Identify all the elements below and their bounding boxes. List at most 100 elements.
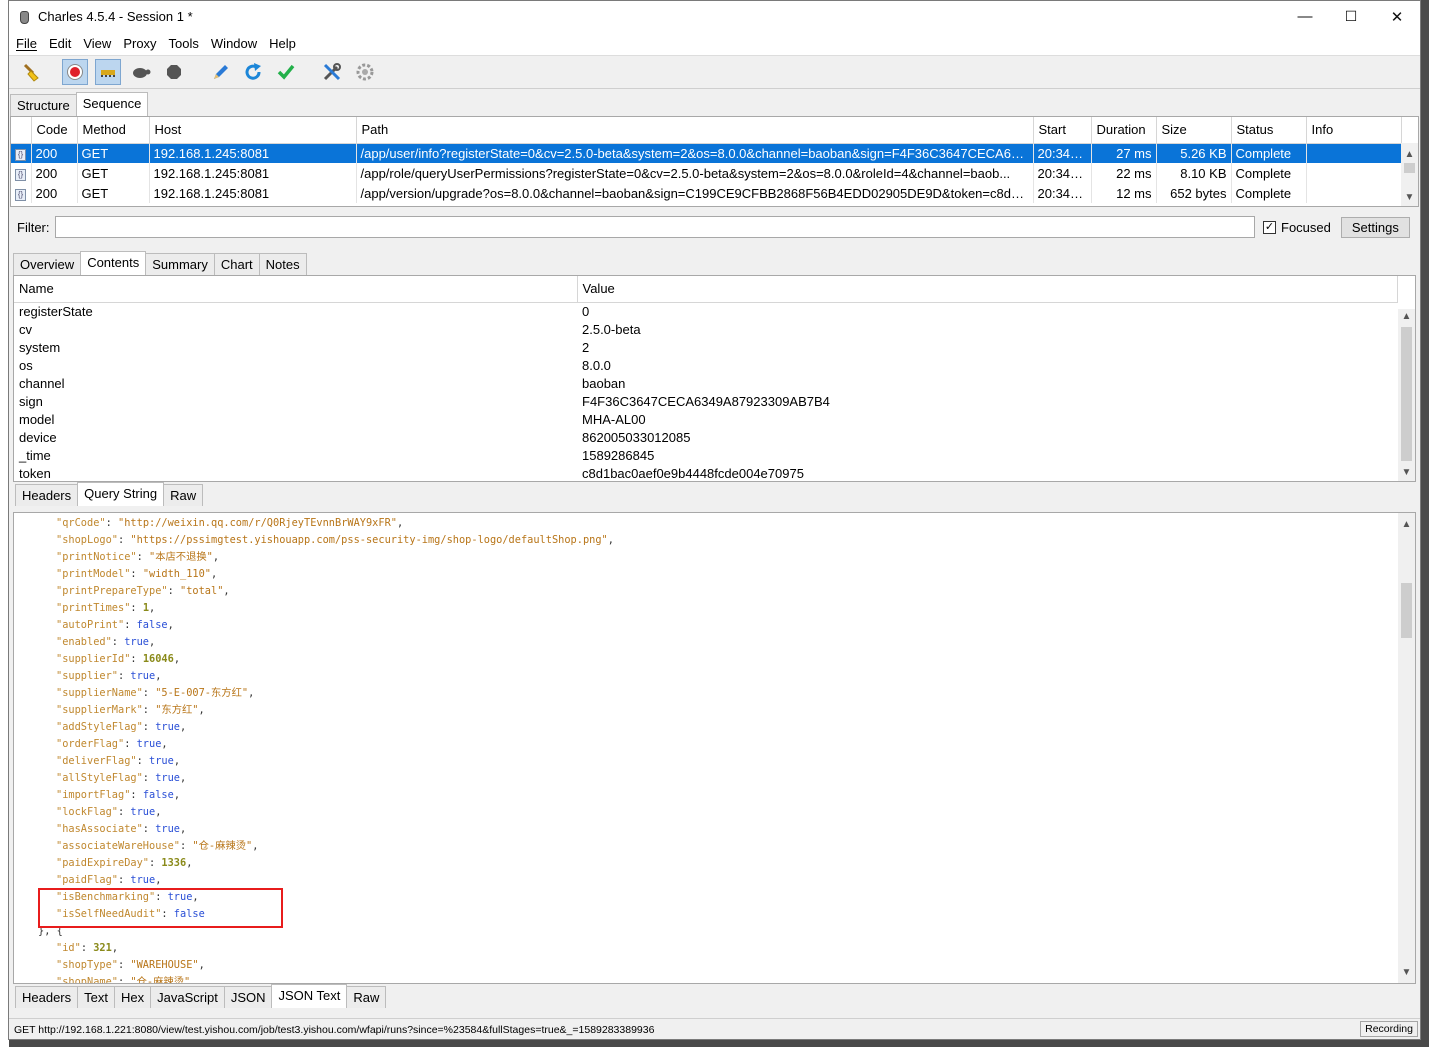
table-row[interactable]: {} 200 GET 192.168.1.245:8081 /app/role/…	[11, 163, 1402, 183]
scroll-thumb[interactable]	[1401, 327, 1412, 461]
table-row[interactable]: token c8d1bac0aef0e9b4448fcde004e70975	[14, 464, 1397, 481]
tab-contents[interactable]: Contents	[80, 251, 147, 275]
json-line: "supplierMark": "东方红",	[20, 702, 614, 719]
query-scrollbar[interactable]: ▲ ▼	[1398, 309, 1415, 481]
json-key: "allStyleFlag"	[56, 772, 143, 784]
request-tabs: Headers Query String Raw	[15, 482, 204, 506]
tab-overview[interactable]: Overview	[13, 253, 82, 275]
json-key: "shopType"	[56, 959, 118, 971]
menu-view[interactable]: View	[76, 36, 116, 51]
col-duration[interactable]: Duration	[1091, 117, 1157, 144]
col-host[interactable]: Host	[149, 117, 357, 144]
col-info[interactable]: Info	[1306, 117, 1402, 144]
tab-raw[interactable]: Raw	[346, 986, 387, 1008]
col-size[interactable]: Size	[1156, 117, 1232, 144]
filter-label: Filter:	[17, 219, 50, 235]
response-tabs: Headers Text Hex JavaScript JSON JSON Te…	[15, 984, 387, 1008]
menu-file[interactable]: File	[9, 36, 42, 51]
refresh-icon[interactable]	[240, 59, 266, 85]
settings-gear-icon[interactable]	[352, 59, 378, 85]
scroll-up-icon[interactable]: ▲	[1398, 517, 1415, 533]
tab-structure[interactable]: Structure	[10, 94, 77, 116]
cell-method: GET	[77, 183, 150, 203]
tab-headers[interactable]: Headers	[15, 986, 79, 1008]
tab-javascript[interactable]: JavaScript	[150, 986, 225, 1008]
tab-sequence[interactable]: Sequence	[75, 92, 149, 116]
json-value: true	[130, 670, 156, 682]
tab-json[interactable]: JSON	[223, 986, 273, 1008]
scroll-thumb[interactable]	[1401, 583, 1412, 638]
scroll-down-icon[interactable]: ▼	[1398, 965, 1415, 981]
col-value[interactable]: Value	[577, 276, 1398, 303]
col-code[interactable]: Code	[31, 117, 78, 144]
sequence-scrollbar[interactable]: ▲ ▼	[1401, 143, 1418, 206]
json-comma: ,	[173, 789, 181, 801]
pen-icon[interactable]	[207, 59, 233, 85]
close-button[interactable]: ✕	[1374, 1, 1420, 32]
col-name[interactable]: Name	[14, 276, 578, 303]
table-row[interactable]: sign F4F36C3647CECA6349A87923309AB7B4	[14, 392, 1397, 410]
query-table: Name Value registerState 0 cv 2.5.0-beta s…	[14, 276, 1398, 481]
tab-summary[interactable]: Summary	[145, 253, 215, 275]
recording-badge[interactable]: Recording	[1360, 1021, 1418, 1037]
table-row[interactable]: {} 200 GET 192.168.1.245:8081 /app/user/…	[11, 143, 1402, 163]
tab-query-string[interactable]: Query String	[77, 482, 165, 506]
detail-tabs: Overview Contents Summary Chart Notes	[13, 251, 307, 275]
turtle-icon[interactable]	[128, 59, 154, 85]
json-scrollbar[interactable]: ▲ ▼	[1398, 513, 1415, 983]
json-key: "lockFlag"	[56, 806, 118, 818]
menu-tools[interactable]: Tools	[162, 36, 204, 51]
settings-button[interactable]: Settings	[1340, 216, 1410, 238]
table-row[interactable]: device 862005033012085	[14, 428, 1397, 446]
table-row[interactable]: model MHA-AL00	[14, 410, 1397, 428]
json-line: "lockFlag": true,	[20, 804, 614, 821]
menu-proxy[interactable]: Proxy	[116, 36, 161, 51]
scroll-down-icon[interactable]: ▼	[1401, 190, 1418, 206]
json-comma: ,	[396, 517, 404, 529]
menu-window[interactable]: Window	[204, 36, 262, 51]
focused-checkbox[interactable]: ✓ Focused	[1263, 220, 1331, 235]
table-row[interactable]: system 2	[14, 338, 1397, 356]
json-line: "qrCode": "http://weixin.qq.com/r/Q0Rjey…	[20, 515, 614, 532]
table-row[interactable]: os 8.0.0	[14, 356, 1397, 374]
scroll-up-icon[interactable]: ▲	[1398, 309, 1415, 325]
scroll-down-icon[interactable]: ▼	[1398, 465, 1415, 481]
minimize-button[interactable]: —	[1282, 1, 1328, 32]
json-colon: :	[118, 806, 131, 818]
tab-chart[interactable]: Chart	[213, 253, 260, 275]
table-row[interactable]: channel baoban	[14, 374, 1397, 392]
table-row[interactable]: registerState 0	[14, 302, 1397, 320]
status-text: GET http://192.168.1.221:8080/view/test.…	[14, 1023, 655, 1036]
table-row[interactable]: _time 1589286845	[14, 446, 1397, 464]
filter-input[interactable]	[55, 216, 1255, 238]
record-icon[interactable]	[62, 59, 88, 85]
tab-json-text[interactable]: JSON Text	[271, 984, 348, 1008]
scroll-thumb[interactable]	[1404, 163, 1415, 173]
tab-headers[interactable]: Headers	[15, 484, 79, 506]
json-value: "仓-麻辣烫"	[130, 976, 191, 984]
maximize-button[interactable]: ☐	[1328, 1, 1374, 32]
scroll-up-icon[interactable]: ▲	[1401, 147, 1418, 163]
col-method[interactable]: Method	[77, 117, 150, 144]
tools-icon[interactable]	[319, 59, 345, 85]
check-icon[interactable]	[273, 59, 299, 85]
json-line: "printNotice": "本店不退换",	[20, 549, 614, 566]
tab-raw[interactable]: Raw	[163, 484, 204, 506]
col-status[interactable]: Status	[1231, 117, 1307, 144]
throttle-icon[interactable]	[95, 59, 121, 85]
tab-hex[interactable]: Hex	[113, 986, 152, 1008]
cell-start: 20:34:04	[1033, 143, 1092, 163]
col-path[interactable]: Path	[356, 117, 1034, 144]
menu-edit[interactable]: Edit	[42, 36, 76, 51]
json-value: 1336	[161, 857, 187, 869]
tab-text[interactable]: Text	[77, 986, 115, 1008]
table-row[interactable]: {} 200 GET 192.168.1.245:8081 /app/versi…	[11, 183, 1402, 203]
json-value: true	[155, 772, 181, 784]
col-start[interactable]: Start	[1033, 117, 1092, 144]
table-row[interactable]: cv 2.5.0-beta	[14, 320, 1397, 338]
stop-icon[interactable]	[161, 59, 187, 85]
cell-info	[1306, 163, 1402, 183]
tab-notes[interactable]: Notes	[258, 253, 307, 275]
broom-icon[interactable]	[18, 59, 44, 85]
menu-help[interactable]: Help	[262, 36, 301, 51]
